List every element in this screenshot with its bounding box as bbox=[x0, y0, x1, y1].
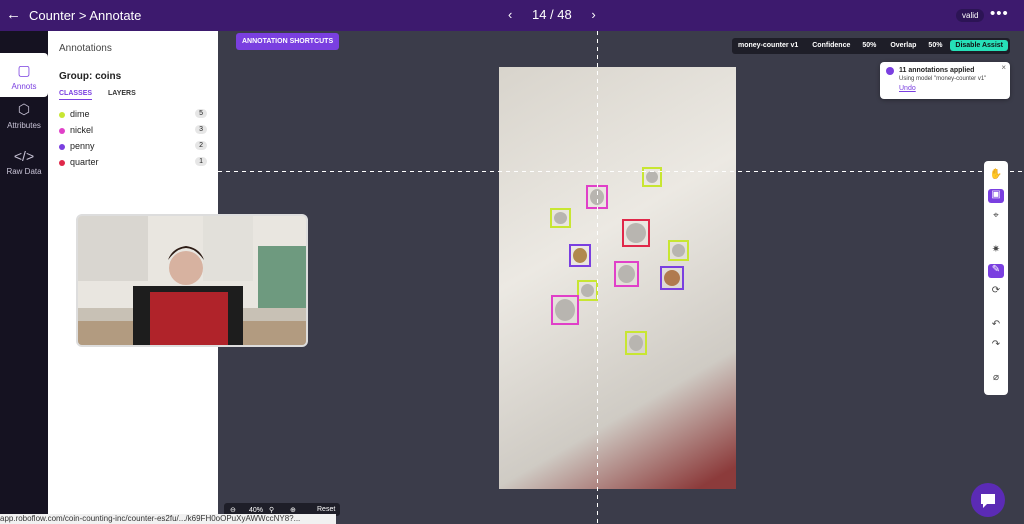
annotated-image[interactable] bbox=[499, 67, 736, 489]
disable-assist-button[interactable]: Disable Assist bbox=[950, 40, 1008, 51]
breadcrumb: Counter > Annotate bbox=[29, 8, 142, 23]
more-menu-icon[interactable]: ••• bbox=[990, 5, 1009, 22]
annotation-box[interactable] bbox=[660, 266, 684, 290]
redo-icon[interactable]: ↷ bbox=[988, 339, 1004, 353]
panel-heading: Annotations bbox=[59, 43, 112, 54]
class-color-dot bbox=[59, 160, 65, 166]
bounding-box-tool-icon[interactable]: ▣ bbox=[988, 189, 1004, 203]
polygon-tool-icon[interactable]: ⌖ bbox=[988, 210, 1004, 224]
model-name[interactable]: money-counter v1 bbox=[732, 38, 804, 53]
tag-icon: ⬡ bbox=[17, 101, 31, 117]
overlap-label: Overlap bbox=[890, 42, 917, 49]
status-url: app.roboflow.com/coin-counting-inc/count… bbox=[0, 514, 336, 524]
rail-label: Annots bbox=[11, 82, 37, 91]
annotation-box[interactable] bbox=[614, 261, 639, 287]
left-rail: ▢ Annots ⬡ Attributes </> Raw Data bbox=[0, 31, 48, 524]
repeat-icon[interactable]: ⟳ bbox=[988, 285, 1004, 299]
prev-image-icon[interactable]: ‹ bbox=[508, 7, 512, 22]
back-arrow-icon[interactable]: ← bbox=[6, 7, 22, 23]
tool-palette: ✋ ▣ ⌖ ✷ ✎ ⟳ ↶ ↷ ⌀ bbox=[984, 161, 1008, 395]
rail-raw-data[interactable]: </> Raw Data bbox=[0, 148, 48, 188]
zoom-in-icon[interactable]: ⊕ bbox=[290, 506, 296, 514]
group-title: Group: coins bbox=[59, 71, 122, 82]
crosshair-horizontal bbox=[218, 171, 1024, 172]
tab-layers[interactable]: LAYERS bbox=[108, 90, 136, 97]
class-row-penny[interactable]: penny 2 bbox=[59, 140, 209, 154]
annotation-icon: ▢ bbox=[17, 62, 31, 78]
status-badge: valid bbox=[956, 9, 985, 22]
annotations-toast: × 11 annotations applied Using model "mo… bbox=[880, 62, 1010, 99]
rail-annots[interactable]: ▢ Annots bbox=[0, 53, 48, 97]
toast-body: Using model "money-counter v1" bbox=[899, 76, 987, 82]
presenter-video-image bbox=[78, 216, 306, 345]
image-pager: ‹ 14 / 48 › bbox=[500, 7, 604, 22]
rail-label: Raw Data bbox=[6, 167, 42, 176]
annotation-box[interactable] bbox=[668, 240, 689, 261]
class-row-dime[interactable]: dime 5 bbox=[59, 108, 209, 122]
zoom-out-icon[interactable]: ⊖ bbox=[230, 506, 236, 514]
annotation-shortcuts-button[interactable]: ANNOTATION SHORTCUTS bbox=[236, 33, 340, 50]
class-name: penny bbox=[70, 141, 95, 151]
class-count: 3 bbox=[195, 125, 207, 134]
class-name: quarter bbox=[70, 157, 99, 167]
class-name: dime bbox=[70, 109, 90, 119]
code-icon: </> bbox=[13, 148, 35, 164]
pager-text: 14 / 48 bbox=[531, 7, 572, 22]
annotation-box[interactable] bbox=[569, 244, 591, 267]
annotation-box[interactable] bbox=[577, 280, 598, 301]
class-row-quarter[interactable]: quarter 1 bbox=[59, 156, 209, 170]
class-color-dot bbox=[59, 128, 65, 134]
annotation-box[interactable] bbox=[625, 331, 647, 355]
annotation-box[interactable] bbox=[622, 219, 650, 247]
hide-annotations-icon[interactable]: ⌀ bbox=[988, 372, 1004, 386]
overlap-value[interactable]: 50% bbox=[922, 38, 948, 53]
hand-tool-icon[interactable]: ✋ bbox=[988, 169, 1004, 183]
rail-attributes[interactable]: ⬡ Attributes bbox=[0, 101, 48, 141]
undo-icon[interactable]: ↶ bbox=[988, 319, 1004, 333]
class-name: nickel bbox=[70, 125, 94, 135]
crosshair-vertical bbox=[597, 31, 598, 524]
undo-link[interactable]: Undo bbox=[899, 85, 916, 92]
panel-tabs: CLASSES LAYERS bbox=[59, 90, 150, 100]
next-image-icon[interactable]: › bbox=[591, 7, 595, 22]
close-icon[interactable]: × bbox=[1001, 63, 1006, 72]
smart-select-icon[interactable]: ✷ bbox=[988, 244, 1004, 258]
confidence-label: Confidence bbox=[812, 42, 851, 49]
class-color-dot bbox=[59, 112, 65, 118]
class-row-nickel[interactable]: nickel 3 bbox=[59, 124, 209, 138]
class-count: 5 bbox=[195, 109, 207, 118]
annotation-box[interactable] bbox=[642, 167, 662, 187]
toast-title: 11 annotations applied bbox=[899, 67, 975, 74]
class-count: 1 bbox=[195, 157, 207, 166]
class-color-dot bbox=[59, 144, 65, 150]
chat-bubble-icon[interactable] bbox=[971, 483, 1005, 517]
webcam-overlay bbox=[76, 214, 308, 347]
confidence-value[interactable]: 50% bbox=[856, 38, 882, 53]
tab-classes[interactable]: CLASSES bbox=[59, 90, 93, 100]
model-toolbar: money-counter v1 Confidence 50% Overlap 50… bbox=[732, 38, 1010, 54]
lock-icon[interactable]: ⚲ bbox=[269, 506, 274, 514]
check-icon bbox=[886, 67, 894, 75]
class-count: 2 bbox=[195, 141, 207, 150]
top-bar: ← Counter > Annotate ‹ 14 / 48 › valid •… bbox=[0, 0, 1024, 31]
annotation-box[interactable] bbox=[550, 208, 571, 228]
label-assist-icon[interactable]: ✎ bbox=[988, 264, 1004, 278]
zoom-level: 40% bbox=[249, 507, 264, 514]
annotation-box[interactable] bbox=[551, 295, 579, 325]
rail-label: Attributes bbox=[7, 121, 41, 130]
